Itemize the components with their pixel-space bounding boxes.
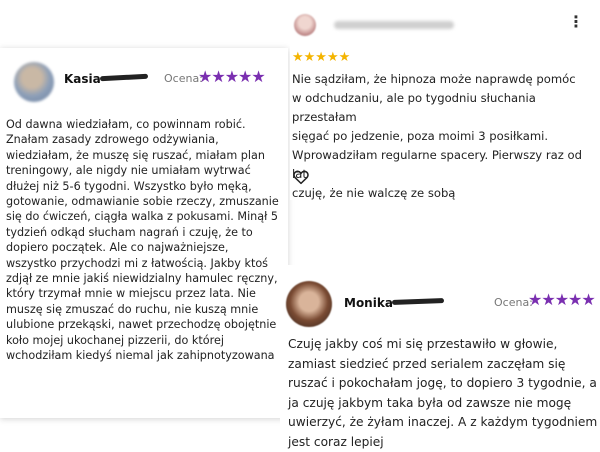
more-options-icon[interactable]: ⋮	[568, 14, 584, 30]
review-text-line: ja czuję jakbym taka była od zawsze nie …	[288, 394, 600, 414]
review-text-line: czuję, że nie walczę ze sobą	[292, 184, 598, 203]
redacted-surname	[100, 74, 148, 82]
review-card-kasia: Kasia Ocena: ★★★★★ Od dawna wiedziałam, …	[0, 48, 288, 418]
avatar	[286, 281, 332, 327]
star-rating: ★★★★★	[292, 50, 350, 65]
review-text: Czuję jakby coś mi się przestawiło w gło…	[288, 335, 600, 452]
star-rating: ★★★★★	[528, 290, 595, 309]
review-text-line: sięgać po jedzenie, poza moimi 3 posiłka…	[292, 127, 598, 146]
reviewer-name: Monika	[344, 296, 393, 310]
review-text: Nie sądziłam, że hipnoza może naprawdę p…	[292, 70, 598, 203]
review-card-google: ⋮ ★★★★★ Nie sądziłam, że hipnoza może na…	[290, 0, 600, 200]
avatar	[14, 62, 54, 102]
star-rating: ★★★★★	[198, 67, 265, 86]
review-text-line: jest coraz lepiej	[288, 433, 600, 452]
review-text-line: uwierzyć, że żyłam inaczej. A z każdym t…	[288, 413, 600, 433]
avatar	[294, 14, 316, 36]
review-text-line: ruszać i pokochałam jogę, to dopiero 3 t…	[288, 374, 600, 394]
review-text-line: Nie sądziłam, że hipnoza może naprawdę p…	[292, 70, 598, 89]
redacted-surname	[392, 298, 444, 305]
review-card-monika: Monika Ocena: ★★★★★ Czuję jakby coś mi s…	[280, 265, 600, 450]
review-text-line: Czuję jakby coś mi się przestawiło w gło…	[288, 335, 600, 355]
redacted-name	[334, 21, 454, 29]
reviewer-name: Kasia	[64, 72, 101, 86]
review-text: Od dawna wiedziałam, co powinnam robić. …	[6, 117, 282, 364]
review-text-line: zamiast siedzieć przed serialem zaczęłam…	[288, 355, 600, 375]
review-text-line: w odchudzaniu, ale po tygodniu słuchania…	[292, 89, 598, 127]
heart-icon[interactable]	[292, 168, 310, 186]
review-text-line: Wprowadziłam regularne spacery. Pierwszy…	[292, 146, 598, 184]
